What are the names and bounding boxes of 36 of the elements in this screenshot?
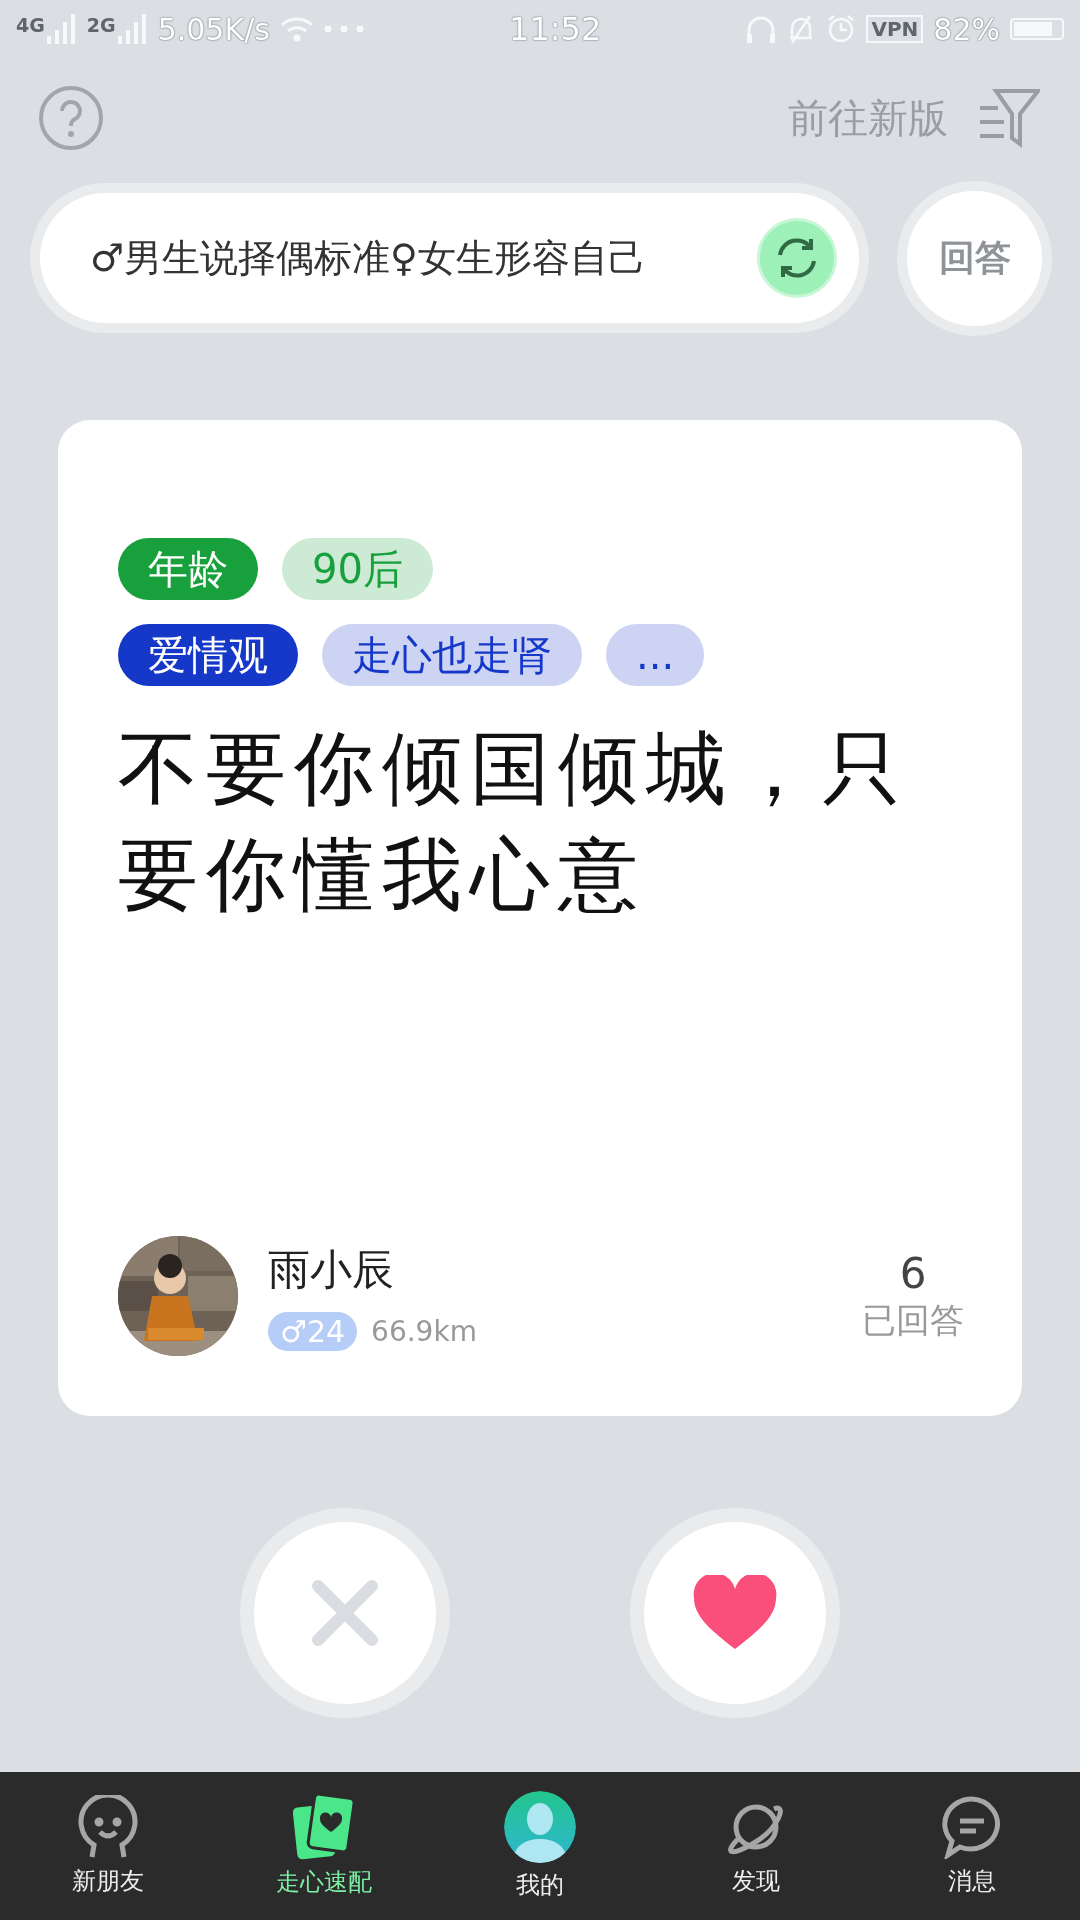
answer-count-label: 已回答 <box>862 1298 964 1342</box>
network-label: 2G <box>86 14 116 36</box>
user-name: 雨小辰 <box>268 1243 395 1296</box>
tab[interactable]: 新朋友 <box>0 1772 216 1920</box>
topic-text: ♂男生说择偶标准♀女生形容自己 <box>90 234 647 282</box>
vpn-indicator: VPN <box>866 15 924 43</box>
question-text: 不要你倾国倾城，只要你懂我心意 <box>118 721 911 923</box>
category-tag: 年龄 <box>118 538 258 600</box>
value-tag: ... <box>606 624 705 686</box>
cards-icon <box>293 1794 355 1860</box>
network-label: 4G <box>16 14 45 36</box>
tab[interactable]: 我的 <box>432 1772 648 1920</box>
signal-icon <box>46 14 77 44</box>
value-tag: 90后 <box>282 538 433 600</box>
network-speed: 5.05K/s <box>157 11 270 47</box>
clock: 11:52 <box>509 10 602 48</box>
category-tag: 爱情观 <box>118 624 298 686</box>
filter-icon[interactable] <box>978 88 1040 148</box>
wifi-icon <box>279 16 314 42</box>
distance: 66.9km <box>371 1314 477 1348</box>
question-card[interactable]: 年龄 90后 爱情观 走心也走肾 ... 不要你倾国倾城，只要你懂我心意 雨小辰 ♂24 66.9km 6 已回答 <box>58 420 1022 1416</box>
tab[interactable]: 走心速配 <box>216 1772 432 1920</box>
value-tag: 走心也走肾 <box>322 624 582 686</box>
close-icon <box>310 1578 380 1648</box>
smiley-icon <box>78 1795 138 1859</box>
heart-icon <box>692 1575 778 1651</box>
battery-icon <box>1010 18 1064 40</box>
tab[interactable]: 消息 <box>864 1772 1080 1920</box>
gender-age-badge: ♂24 <box>268 1311 358 1351</box>
signal-icon <box>117 14 148 44</box>
tab[interactable]: 发现 <box>648 1772 864 1920</box>
answer-count: 6 <box>899 1248 927 1298</box>
help-icon[interactable] <box>38 85 104 151</box>
profile-avatar-icon <box>504 1791 576 1863</box>
more-icon <box>323 25 364 33</box>
headphones-icon <box>746 14 777 44</box>
